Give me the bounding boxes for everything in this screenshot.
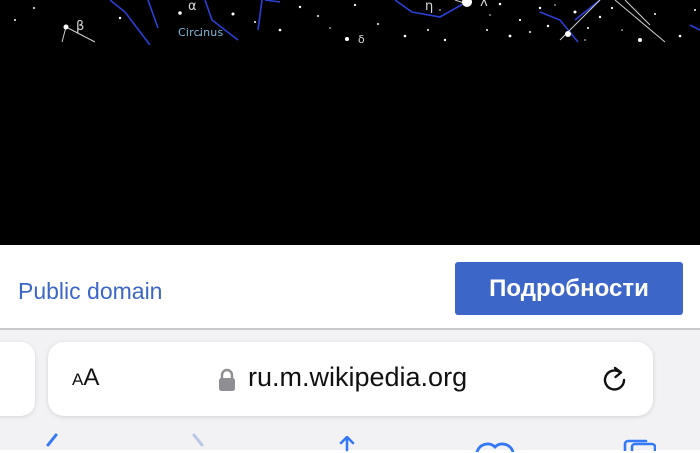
- previous-tab-card[interactable]: [0, 342, 35, 416]
- star-label-delta: δ: [358, 33, 365, 46]
- star-chart-image: β α η λ δ Circinus: [0, 0, 700, 245]
- tabs-icon[interactable]: [622, 439, 656, 451]
- license-link[interactable]: Public domain: [18, 278, 162, 305]
- text-size-small-letter: A: [72, 370, 84, 389]
- text-size-button[interactable]: AA: [72, 366, 99, 390]
- bookmarks-book-icon[interactable]: [474, 440, 516, 452]
- constellation-label: Circinus: [178, 26, 224, 39]
- star-chart-graphic: [0, 0, 700, 245]
- lock-icon: [219, 368, 235, 391]
- text-size-large-letter: A: [83, 364, 100, 391]
- back-chevron-left-icon[interactable]: [40, 433, 64, 453]
- url-text[interactable]: ru.m.wikipedia.org: [248, 364, 467, 391]
- reload-icon[interactable]: [600, 365, 630, 395]
- star-label-beta: β: [76, 19, 85, 34]
- forward-chevron-right-icon[interactable]: [188, 433, 212, 453]
- star-label-lambda: λ: [480, 0, 488, 10]
- star-label-eta: η: [425, 0, 434, 14]
- star-label-alpha: α: [188, 0, 197, 14]
- details-button[interactable]: Подробности: [455, 262, 683, 315]
